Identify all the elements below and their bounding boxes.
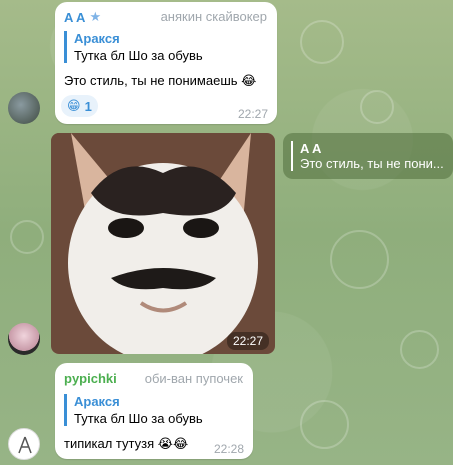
- star-icon: ★: [89, 9, 102, 24]
- sender-rank: анякин скайвокер: [160, 9, 267, 24]
- message-bubble[interactable]: A A ★ анякин скайвокер Аракся Тутка бл Ш…: [55, 2, 277, 124]
- image-reply-quote[interactable]: A A Это стиль, ты не пони...: [283, 133, 453, 179]
- background-doodle: [300, 400, 349, 449]
- reaction-chip[interactable]: 😁 1: [61, 95, 98, 117]
- sender-rank: оби-ван пупочек: [144, 371, 243, 386]
- background-doodle: [360, 90, 394, 124]
- avatar[interactable]: [8, 428, 40, 460]
- avatar[interactable]: [8, 92, 40, 124]
- reply-name: Аракся: [74, 394, 120, 409]
- background-doodle: [10, 220, 44, 254]
- image-time: 22:27: [226, 332, 269, 350]
- sender-name[interactable]: A A: [64, 10, 85, 25]
- reaction-count: 1: [84, 98, 92, 114]
- reply-text: Это стиль, ты не пони...: [300, 156, 444, 171]
- reply-name: A A: [300, 141, 322, 156]
- background-doodle: [300, 20, 344, 64]
- message-bubble[interactable]: pypichki оби-ван пупочек Аракся Тутка бл…: [55, 363, 253, 459]
- background-doodle: [330, 230, 389, 289]
- message-time: 22:27: [237, 107, 268, 121]
- message-text: Это стиль, ты не понимаешь 😂: [64, 73, 256, 89]
- reply-text: Тутка бл Шо за обувь: [74, 48, 203, 63]
- background-doodle: [400, 330, 439, 369]
- reply-text: Тутка бл Шо за обувь: [74, 411, 203, 426]
- sender-name[interactable]: pypichki: [64, 371, 117, 386]
- reply-quote[interactable]: Аракся Тутка бл Шо за обувь: [64, 394, 203, 426]
- reply-name: Аракся: [74, 31, 120, 46]
- reaction-emoji: 😁: [67, 98, 81, 114]
- message-text-body: типикал тутузя: [64, 436, 155, 451]
- message-text: типикал тутузя 😭😂: [64, 436, 188, 452]
- avatar[interactable]: [8, 323, 40, 355]
- message-image[interactable]: 22:27: [51, 133, 275, 354]
- cat-photo: [51, 133, 275, 354]
- message-emoji: 😂: [241, 74, 257, 89]
- reply-quote[interactable]: Аракся Тутка бл Шо за обувь: [64, 31, 203, 63]
- message-text-body: Это стиль, ты не понимаешь: [64, 73, 238, 88]
- message-emoji: 😭😂: [157, 437, 189, 452]
- message-time: 22:28: [213, 442, 244, 456]
